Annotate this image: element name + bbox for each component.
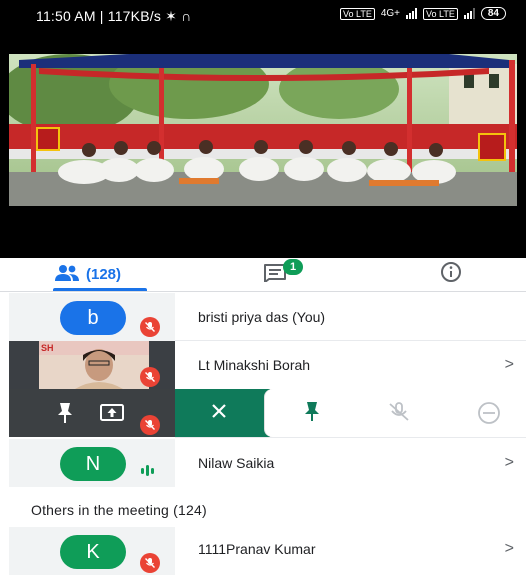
close-actions-button[interactable] (175, 389, 270, 437)
participant-tile: b (9, 293, 175, 341)
participant-row[interactable]: b bristi priya das (You) (0, 293, 526, 341)
volte-icon: Vo LTE (339, 7, 375, 20)
status-right: Vo LTE 4G+ Vo LTE 84 (339, 7, 506, 20)
status-bar: 11:50 AM | 117KB/s ✶ ∩ Vo LTE 4G+ Vo LTE… (0, 0, 526, 30)
tab-people[interactable]: (128) (0, 258, 175, 291)
participant-actions-row (0, 389, 526, 437)
mic-off-icon (140, 367, 160, 387)
headphones-icon: ∩ (181, 8, 192, 24)
speaking-indicator-icon (141, 465, 154, 476)
participant-name: Nilaw Saikia (198, 455, 275, 471)
mic-off-icon (140, 415, 160, 435)
participant-tile-actions (9, 389, 175, 437)
tab-info[interactable] (375, 258, 526, 291)
others-section-header: Others in the meeting (124) (31, 502, 207, 518)
battery-icon: 84 (480, 7, 506, 20)
participant-tile: K (9, 527, 175, 575)
thumbnail-text: SH (41, 343, 54, 353)
people-count: (128) (85, 266, 122, 283)
participant-row[interactable]: K 1111Pranav Kumar > (0, 527, 526, 575)
row-divider (175, 437, 526, 438)
participant-name: Lt Minakshi Borah (198, 357, 311, 373)
participant-name: 1111Pranav Kumar (198, 541, 316, 557)
participant-name: bristi priya das (You) (198, 309, 326, 325)
gesture-icon: ✶ (165, 8, 178, 24)
avatar: N (60, 447, 126, 481)
participant-row[interactable]: N Nilaw Saikia > (0, 439, 526, 487)
remove-participant-button[interactable] (477, 401, 501, 430)
participant-action-menu (265, 389, 526, 437)
info-icon (440, 261, 462, 288)
mute-participant-button[interactable] (387, 401, 411, 428)
signal-icon (406, 8, 418, 19)
network-type: 4G+ (380, 8, 401, 19)
people-icon (54, 264, 80, 285)
avatar: K (60, 535, 126, 569)
panel-tabs: (128) 1 (0, 258, 526, 291)
share-screen-icon[interactable] (99, 403, 125, 428)
chevron-right-icon[interactable]: > (505, 540, 514, 558)
signal-icon-2 (463, 8, 475, 19)
status-time: 11:50 AM (36, 8, 96, 24)
volte-icon-2: Vo LTE (423, 7, 458, 20)
status-speed: 117KB/s (107, 8, 162, 24)
mic-off-icon (140, 553, 160, 573)
participant-video-tile: SH (9, 341, 175, 389)
chevron-right-icon[interactable]: > (505, 454, 514, 472)
avatar: b (60, 301, 126, 335)
pin-icon[interactable] (55, 402, 75, 429)
pin-participant-button[interactable] (302, 401, 322, 428)
participant-tile: N (9, 439, 175, 487)
status-left: 11:50 AM | 117KB/s ✶ ∩ (36, 8, 192, 24)
tabs-divider (0, 291, 526, 292)
chevron-right-icon[interactable]: > (505, 356, 514, 374)
main-video[interactable] (0, 30, 526, 258)
tab-chat[interactable]: 1 (175, 258, 375, 291)
chat-badge: 1 (283, 259, 303, 275)
participant-thumbnail (39, 341, 149, 389)
video-feed-image (9, 54, 517, 206)
participant-row[interactable]: SH Lt Minakshi Borah > (0, 341, 526, 389)
mic-off-icon (140, 317, 160, 337)
close-icon (210, 402, 228, 425)
